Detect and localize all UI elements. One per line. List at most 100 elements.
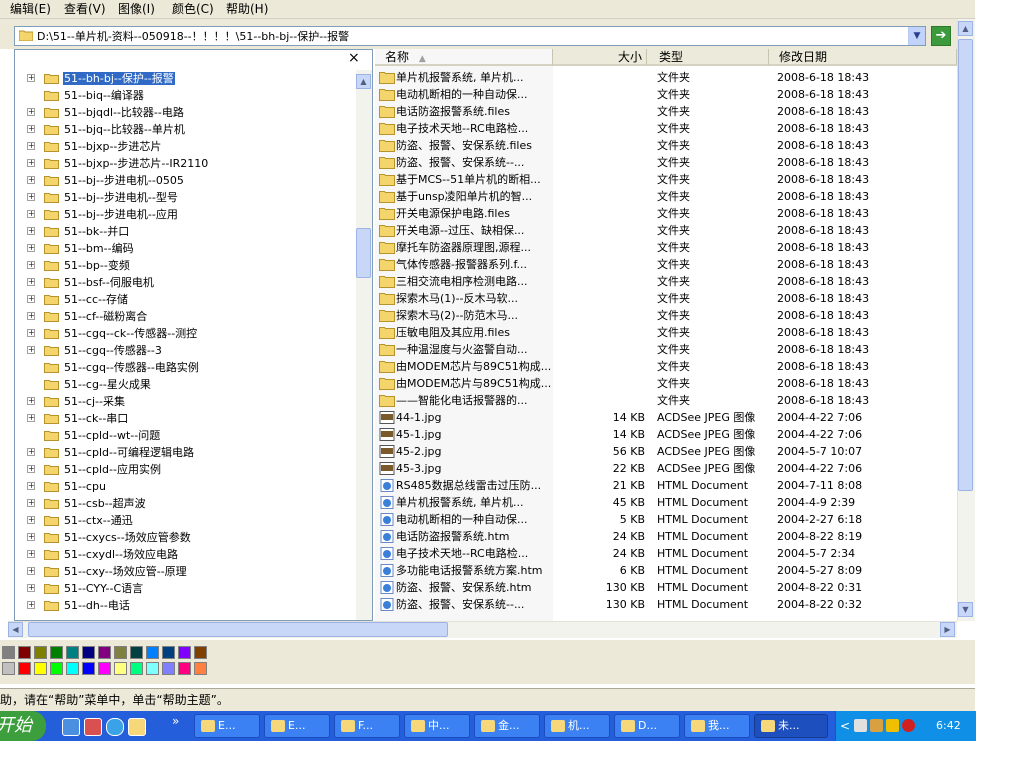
expand-icon[interactable]: + [27, 278, 35, 286]
network-icon[interactable] [854, 719, 867, 732]
color-swatch[interactable] [66, 646, 79, 659]
tree-item[interactable]: +51--bh-bj--保护--报警 [15, 70, 355, 87]
tree-item[interactable]: +51--cj--采集 [15, 393, 355, 410]
file-row[interactable]: 基于unsp凌阳单片机的智... 文件夹 2008-6-18 18:43 [375, 188, 957, 205]
tree-item[interactable]: +51--bsf--伺服电机 [15, 274, 355, 291]
tree-item[interactable]: +51--cpu [15, 478, 355, 495]
tree-item[interactable]: +51--cf--磁粉离合 [15, 308, 355, 325]
taskbar-button[interactable]: 中... [404, 714, 470, 738]
expand-icon[interactable]: + [27, 125, 35, 133]
expand-icon[interactable]: + [27, 244, 35, 252]
go-button[interactable]: ➔ [931, 26, 951, 46]
menu-view[interactable]: 查看(V) [64, 1, 106, 17]
color-swatch[interactable] [194, 646, 207, 659]
file-row[interactable]: 电动机断相的一种自动保... 文件夹 2008-6-18 18:43 [375, 86, 957, 103]
color-swatch[interactable] [34, 662, 47, 675]
file-row[interactable]: 多功能电话报警系统方案.htm 6 KB HTML Document 2004-5-2… [375, 562, 957, 579]
file-row[interactable]: ——智能化电话报警器的... 文件夹 2008-6-18 18:43 [375, 392, 957, 409]
folder-tree-scrollbar[interactable]: ▲ [356, 70, 372, 620]
color-swatch[interactable] [2, 646, 15, 659]
expand-icon[interactable]: + [27, 295, 35, 303]
scroll-thumb[interactable] [958, 39, 973, 491]
file-row[interactable]: 电子技术天地--RC电路检... 文件夹 2008-6-18 18:43 [375, 120, 957, 137]
color-swatch[interactable] [194, 662, 207, 675]
tree-item[interactable]: +51--bjxp--步进芯片--IR2110 [15, 155, 355, 172]
scroll-down-icon[interactable]: ▼ [958, 602, 973, 617]
expand-icon[interactable]: + [27, 210, 35, 218]
expand-icon[interactable]: + [27, 482, 35, 490]
address-input[interactable]: D:\51--单片机-资料--050918--！！！！\51--bh-bj--保… [14, 26, 926, 46]
expand-icon[interactable]: + [27, 499, 35, 507]
start-button[interactable]: 开始 [0, 711, 46, 741]
expand-icon[interactable]: + [27, 261, 35, 269]
tree-item[interactable]: +51--dh--电话 [15, 597, 355, 614]
file-row[interactable]: 45-1.jpg 14 KB ACDSee JPEG 图像 2004-4-22 7:0… [375, 426, 957, 443]
expand-icon[interactable]: + [27, 414, 35, 422]
file-row[interactable]: RS485数据总线雷击过压防... 21 KB HTML Document 2004-… [375, 477, 957, 494]
color-swatch[interactable] [162, 662, 175, 675]
color-swatch[interactable] [98, 646, 111, 659]
taskbar-button[interactable]: E... [194, 714, 260, 738]
tree-item[interactable]: +51--cxycs--场效应管参数 [15, 529, 355, 546]
file-row[interactable]: 电动机断相的一种自动保... 5 KB HTML Document 2004-2-27… [375, 511, 957, 528]
tree-item[interactable]: 51--biq--编译器 [15, 87, 355, 104]
scroll-right-icon[interactable]: ▶ [940, 622, 955, 637]
expand-icon[interactable]: + [27, 142, 35, 150]
color-swatch[interactable] [2, 662, 15, 675]
tree-item[interactable]: 51--cpld--wt--问题 [15, 427, 355, 444]
file-row[interactable]: 探索木马(1)--反木马软... 文件夹 2008-6-18 18:43 [375, 290, 957, 307]
expand-icon[interactable]: + [27, 567, 35, 575]
color-swatch[interactable] [146, 646, 159, 659]
clock[interactable]: 6:42 [936, 711, 961, 741]
color-swatch[interactable] [178, 646, 191, 659]
color-swatch[interactable] [114, 646, 127, 659]
color-swatch[interactable] [82, 646, 95, 659]
color-swatch[interactable] [34, 646, 47, 659]
file-row[interactable]: 单片机报警系统, 单片机... 文件夹 2008-6-18 18:43 [375, 69, 957, 86]
file-row[interactable]: 电话防盗报警系统.files 文件夹 2008-6-18 18:43 [375, 103, 957, 120]
taskbar-button[interactable]: F... [334, 714, 400, 738]
tree-item[interactable]: +51--bm--编码 [15, 240, 355, 257]
file-row[interactable]: 基于MCS--51单片机的断相... 文件夹 2008-6-18 18:43 [375, 171, 957, 188]
security-icon[interactable] [886, 719, 899, 732]
tree-item[interactable]: +51--cpld--可编程逻辑电路 [15, 444, 355, 461]
tree-item[interactable]: +51--csb--超声波 [15, 495, 355, 512]
file-row[interactable]: 由MODEM芯片与89C51构成... 文件夹 2008-6-18 18:43 [375, 358, 957, 375]
file-row[interactable]: 44-1.jpg 14 KB ACDSee JPEG 图像 2004-4-22 7:0… [375, 409, 957, 426]
tree-item[interactable]: +51--bk--并口 [15, 223, 355, 240]
file-row[interactable]: 探索木马(2)--防范木马... 文件夹 2008-6-18 18:43 [375, 307, 957, 324]
file-row[interactable]: 电话防盗报警系统.htm 24 KB HTML Document 2004-8-22 … [375, 528, 957, 545]
expand-icon[interactable]: + [27, 312, 35, 320]
scroll-up-icon[interactable]: ▲ [356, 74, 371, 89]
expand-icon[interactable]: + [27, 193, 35, 201]
color-swatch[interactable] [66, 662, 79, 675]
file-row[interactable]: 由MODEM芯片与89C51构成... 文件夹 2008-6-18 18:43 [375, 375, 957, 392]
column-header-name[interactable]: 名称 ▲ [375, 49, 553, 66]
column-header-size[interactable]: 大小 [553, 49, 647, 66]
expand-icon[interactable]: + [27, 74, 35, 82]
expand-icon[interactable]: + [27, 397, 35, 405]
taskbar-button[interactable]: 机... [544, 714, 610, 738]
tree-item[interactable]: +51--cxy--场效应管--原理 [15, 563, 355, 580]
file-row[interactable]: 45-2.jpg 56 KB ACDSee JPEG 图像 2004-5-7 10:0… [375, 443, 957, 460]
menu-image[interactable]: 图像(I) [118, 1, 155, 17]
expand-icon[interactable]: + [27, 329, 35, 337]
quicklaunch-icon[interactable] [84, 718, 102, 736]
color-swatch[interactable] [18, 646, 31, 659]
taskbar-button[interactable]: 金... [474, 714, 540, 738]
file-row[interactable]: 开关电源--过压、缺相保... 文件夹 2008-6-18 18:43 [375, 222, 957, 239]
expand-icon[interactable]: + [27, 227, 35, 235]
expand-icon[interactable]: + [27, 550, 35, 558]
file-row[interactable]: 防盗、报警、安保系统--... 130 KB HTML Document 2004-8… [375, 596, 957, 613]
tree-item[interactable]: +51--bj--步进电机--0505 [15, 172, 355, 189]
tree-item[interactable]: +51--bjxp--步进芯片 [15, 138, 355, 155]
ie-icon[interactable] [106, 718, 124, 736]
tree-item[interactable]: 51--cg--星火成果 [15, 376, 355, 393]
color-swatch[interactable] [162, 646, 175, 659]
tree-item[interactable]: +51--cpld--应用实例 [15, 461, 355, 478]
color-swatch[interactable] [130, 646, 143, 659]
taskbar-button[interactable]: 我... [684, 714, 750, 738]
expand-icon[interactable]: + [27, 465, 35, 473]
tray-icon[interactable] [870, 719, 883, 732]
column-header-date[interactable]: 修改日期 [769, 49, 957, 66]
